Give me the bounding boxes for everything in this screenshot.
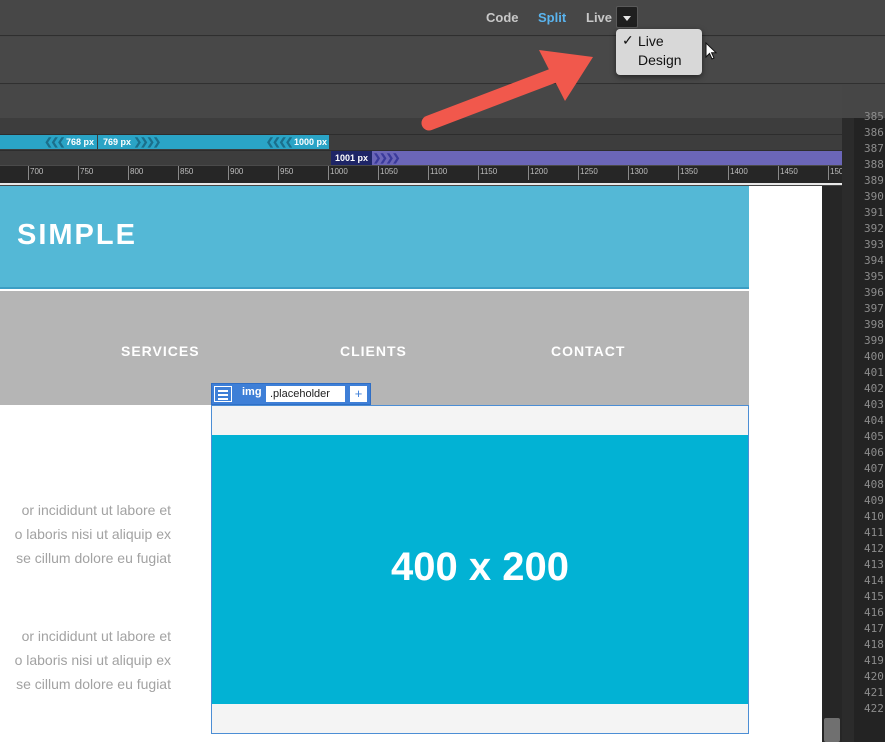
paragraph-line: o laboris nisi ut aliquip ex (14, 652, 171, 668)
paragraph-line: o laboris nisi ut aliquip ex (14, 526, 171, 542)
paragraph-line: or incididunt ut labore et (21, 502, 171, 518)
line-number: 389 (864, 174, 884, 187)
paragraph-line: or incididunt ut labore et (21, 628, 171, 644)
code-view-pane: 385 386 387 388 389 390 391 392 393 394 395 396 397 3… (854, 110, 885, 742)
scrollbar-thumb[interactable] (824, 718, 840, 742)
body-paragraph: or incididunt ut labore et o laboris nis… (0, 624, 171, 696)
view-dropdown-toggle[interactable] (616, 6, 638, 28)
code-view-button[interactable]: Code (486, 10, 519, 25)
live-view-button[interactable]: Live (586, 10, 612, 25)
line-number: 394 (864, 254, 884, 267)
ruler-tick-label: 1450 (778, 166, 798, 180)
line-number: 410 (864, 510, 884, 523)
line-number: 416 (864, 606, 884, 619)
menu-item-design[interactable]: Design (638, 52, 682, 68)
line-number: 417 (864, 622, 884, 635)
media-query-max-768[interactable]: ❮❮❮ 768 px (0, 135, 97, 149)
line-number: 390 (864, 190, 884, 203)
line-number: 404 (864, 414, 884, 427)
site-logo: SIMPLE (17, 219, 137, 251)
line-number: 393 (864, 238, 884, 251)
line-number: 420 (864, 670, 884, 683)
line-number: 418 (864, 638, 884, 651)
ruler-tick-label: 750 (77, 166, 94, 180)
line-number: 415 (864, 590, 884, 603)
ruler-tick-label: 1400 (728, 166, 748, 180)
line-number: 405 (864, 430, 884, 443)
line-number: 408 (864, 478, 884, 491)
line-number: 401 (864, 366, 884, 379)
line-number: 414 (864, 574, 884, 587)
ruler-tick-label: 1250 (578, 166, 598, 180)
nav-link-services[interactable]: SERVICES (121, 343, 200, 359)
line-number: 397 (864, 302, 884, 315)
media-query-769-1000[interactable]: 769 px ❯❯❯❯ ❮❮❮❮ 1000 px (98, 135, 329, 149)
ruler-tick-label: 1350 (678, 166, 698, 180)
line-number: 403 (864, 398, 884, 411)
paragraph-line: se cillum dolore eu fugiat (16, 550, 171, 566)
ruler-tick-label: 850 (177, 166, 194, 180)
line-number: 407 (864, 462, 884, 475)
line-number: 388 (864, 158, 884, 171)
split-view-button[interactable]: Split (538, 10, 566, 25)
hud-class-field[interactable]: .placeholder (266, 386, 345, 402)
paragraph-line: se cillum dolore eu fugiat (16, 676, 171, 692)
line-number: 396 (864, 286, 884, 299)
red-arrow-annotation (421, 50, 593, 131)
ruler-tick-label: 1100 (427, 166, 448, 180)
placeholder-image-label: 400 x 200 (391, 545, 569, 589)
nav-link-clients[interactable]: CLIENTS (340, 343, 407, 359)
ruler-tick-label: 1200 (528, 166, 548, 180)
line-number: 412 (864, 542, 884, 555)
ruler: 700 750 800 850 900 950 1000 1050 1100 1150 1200 12… (0, 165, 843, 180)
line-number: 386 (864, 126, 884, 139)
line-number: 411 (864, 526, 884, 539)
line-number: 391 (864, 206, 884, 219)
line-number: 406 (864, 446, 884, 459)
ruler-tick-label: 800 (127, 166, 144, 180)
line-number: 402 (864, 382, 884, 395)
hud-add-class-button[interactable]: + (350, 386, 367, 402)
mouse-cursor-icon (705, 42, 718, 60)
vertical-scrollbar[interactable] (822, 186, 842, 742)
line-number: 409 (864, 494, 884, 507)
line-number: 395 (864, 270, 884, 283)
menu-item-live[interactable]: Live (638, 33, 664, 49)
document-toolbar (0, 0, 885, 36)
line-number: 398 (864, 318, 884, 331)
line-number: 422 (864, 702, 884, 715)
line-number: 419 (864, 654, 884, 667)
ruler-tick-label: 950 (277, 166, 294, 180)
ruler-tick-label: 1150 (477, 166, 498, 180)
line-number: 400 (864, 350, 884, 363)
hamburger-icon[interactable] (214, 386, 232, 402)
ruler-tick-label: 1050 (378, 166, 398, 180)
code-gutter (842, 118, 854, 742)
ruler-edge (0, 180, 842, 185)
nav-link-contact[interactable]: CONTACT (551, 343, 625, 359)
line-number: 392 (864, 222, 884, 235)
line-number: 413 (864, 558, 884, 571)
ruler-tick-label: 1300 (628, 166, 648, 180)
line-number: 387 (864, 142, 884, 155)
checkmark-icon: ✓ (622, 32, 634, 48)
ruler-tick-label: 1000 (328, 166, 348, 180)
hud-tag-name: img (242, 386, 262, 398)
media-query-min-1001[interactable]: 1001 px ❯❯❯❯ (331, 151, 842, 165)
line-number: 399 (864, 334, 884, 347)
view-mode-menu: ✓ Live Design (616, 29, 702, 75)
body-paragraph: or incididunt ut labore et o laboris nis… (0, 498, 171, 570)
line-number: 421 (864, 686, 884, 699)
ruler-tick-label: 900 (227, 166, 244, 180)
ruler-tick-label: 700 (27, 166, 44, 180)
line-number: 385 (864, 110, 884, 123)
